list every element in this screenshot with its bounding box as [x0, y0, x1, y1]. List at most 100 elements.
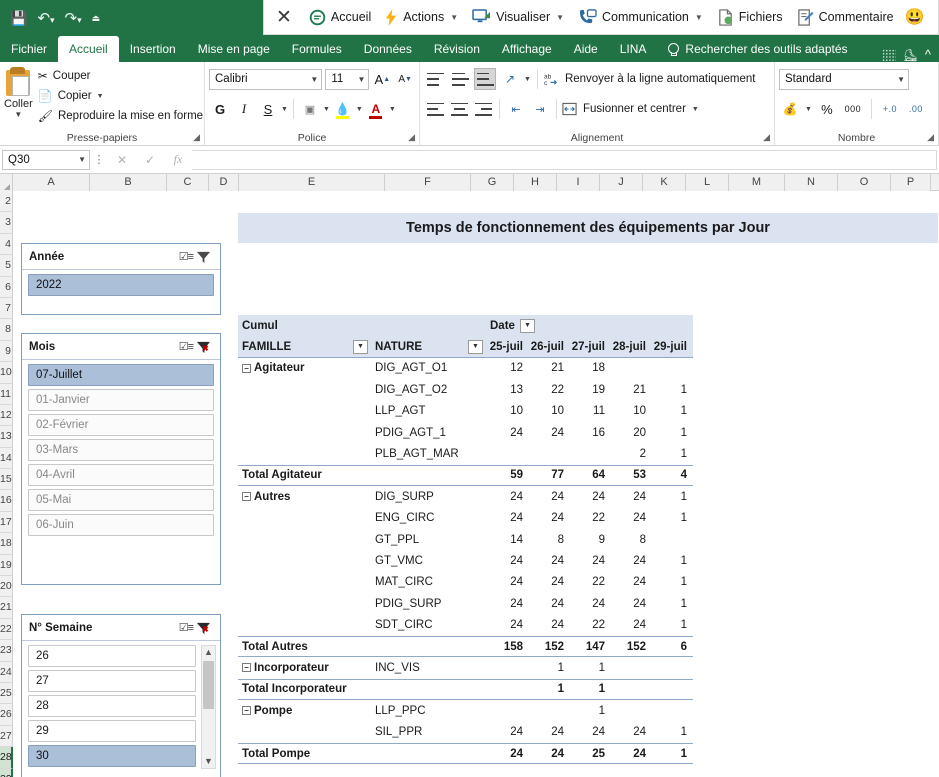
decrease-indent-button[interactable]: ⇤ — [505, 98, 527, 120]
column-header-a[interactable]: A — [13, 174, 90, 191]
tab-accueil[interactable]: Accueil — [58, 36, 119, 62]
chevron-down-icon[interactable]: ▼ — [354, 75, 366, 84]
slicer-item-01-janvier[interactable]: 01-Janvier — [28, 389, 214, 411]
column-header-g[interactable]: G — [471, 174, 514, 191]
chevron-down-icon[interactable]: ▼ — [306, 75, 318, 84]
slicer-item-06-juin[interactable]: 06-Juin — [28, 514, 214, 536]
formula-input[interactable] — [192, 149, 937, 170]
confirm-icon[interactable]: ✓ — [136, 150, 164, 170]
column-header-f[interactable]: F — [385, 174, 471, 191]
chevron-down-icon[interactable]: ▼ — [450, 13, 458, 22]
tab-fichier[interactable]: Fichier — [0, 36, 58, 62]
row-header-6[interactable]: 6 — [0, 276, 13, 298]
increase-font-size-button[interactable]: A ▲ — [372, 68, 392, 90]
column-header-d[interactable]: D — [209, 174, 239, 191]
chevron-down-icon[interactable]: ▼ — [556, 13, 564, 22]
clear-filter-icon[interactable]: ✖ — [196, 339, 213, 354]
chevron-down-icon[interactable]: ▼ — [204, 755, 213, 768]
slicer-item-02-fevrier[interactable]: 02-Février — [28, 414, 214, 436]
row-header-11[interactable]: 11 — [0, 383, 13, 405]
select-all-corner[interactable] — [0, 174, 13, 191]
chevron-down-icon[interactable]: ▼ — [281, 106, 288, 113]
slicer-item-03-mars[interactable]: 03-Mars — [28, 439, 214, 461]
merge-center-button[interactable]: Fusionner et centrer ▼ — [562, 97, 699, 121]
borders-button[interactable]: ▣ — [299, 98, 321, 120]
row-header-9[interactable]: 9 — [0, 340, 13, 363]
slicer-semaine[interactable]: N° Semaine ☑≡ ✖ 26 27 28 29 30 ▲ ▼ — [21, 614, 221, 777]
row-header-5[interactable]: 5 — [0, 255, 13, 277]
save-icon[interactable]: 💾 — [10, 11, 27, 25]
row-header-29[interactable]: 29 — [0, 768, 13, 777]
tell-me-search[interactable]: Rechercher des outils adaptés — [657, 36, 857, 62]
collapse-icon[interactable]: − — [242, 492, 251, 502]
row-header-2[interactable]: 2 — [0, 191, 13, 213]
font-name-combo[interactable]: Calibri ▼ — [209, 68, 323, 90]
collapse-icon[interactable]: − — [242, 663, 251, 673]
underline-button[interactable]: S — [257, 98, 279, 120]
slicer-annee[interactable]: Année ☑≡ 2022 — [21, 243, 221, 315]
chevron-down-icon[interactable]: ▼ — [389, 106, 396, 113]
clear-filter-icon[interactable] — [196, 249, 213, 264]
famille-filter-button[interactable]: ▼ — [353, 339, 368, 354]
increase-indent-button[interactable]: ⇥ — [529, 98, 551, 120]
row-header-4[interactable]: 4 — [0, 233, 13, 256]
column-header-i[interactable]: I — [557, 174, 600, 191]
align-center-button[interactable] — [448, 98, 470, 120]
decrease-font-size-button[interactable]: A ▼ — [395, 68, 415, 90]
row-header-27[interactable]: 27 — [0, 725, 13, 748]
column-header-m[interactable]: M — [729, 174, 785, 191]
copy-button[interactable]: 📄 Copier ▼ — [35, 86, 206, 106]
chevron-up-icon[interactable]: ▲ — [204, 646, 213, 659]
customize-quick-access-icon[interactable]: ⏏ — [92, 13, 101, 23]
column-header-b[interactable]: B — [90, 174, 167, 191]
collapse-icon[interactable]: − — [242, 706, 251, 716]
collapse-icon[interactable]: − — [242, 363, 251, 373]
cut-button[interactable]: ✂ Couper — [35, 66, 206, 86]
chevron-down-icon[interactable]: ▼ — [78, 155, 86, 164]
chevron-down-icon[interactable]: ▼ — [14, 110, 22, 119]
undo-icon[interactable]: ↶▾ — [37, 11, 54, 26]
row-header-7[interactable]: 7 — [0, 297, 13, 320]
chevron-up-icon[interactable]: ^ — [925, 47, 931, 62]
row-header-23[interactable]: 23 — [0, 640, 13, 662]
column-header-n[interactable]: N — [785, 174, 838, 191]
column-header-o[interactable]: O — [838, 174, 891, 191]
column-header-c[interactable]: C — [167, 174, 209, 191]
row-header-25[interactable]: 25 — [0, 682, 13, 705]
column-header-k[interactable]: K — [643, 174, 686, 191]
row-header-21[interactable]: 21 — [0, 597, 13, 619]
align-top-button[interactable] — [424, 68, 446, 90]
bold-button[interactable]: G — [209, 98, 231, 120]
row-header-17[interactable]: 17 — [0, 511, 13, 534]
row-header-14[interactable]: 14 — [0, 447, 13, 470]
slicer-item-05-mai[interactable]: 05-Mai — [28, 489, 214, 511]
number-format-combo[interactable]: Standard ▼ — [779, 68, 909, 90]
percent-format-button[interactable]: % — [816, 98, 838, 120]
column-header-p[interactable]: P — [891, 174, 931, 191]
column-header-l[interactable]: L — [686, 174, 729, 191]
redo-icon[interactable]: ↷▾ — [65, 11, 82, 26]
alignment-dialog-launcher-icon[interactable]: ◢ — [763, 132, 770, 143]
row-header-8[interactable]: 8 — [0, 319, 13, 341]
row-header-26[interactable]: 26 — [0, 704, 13, 726]
chevron-down-icon[interactable]: ▼ — [356, 106, 363, 113]
row-header-12[interactable]: 12 — [0, 404, 13, 427]
row-header-13[interactable]: 13 — [0, 426, 13, 448]
slicer-item-2022[interactable]: 2022 — [28, 274, 214, 296]
chevron-down-icon[interactable]: ▼ — [323, 106, 330, 113]
row-header-18[interactable]: 18 — [0, 533, 13, 555]
row-header-10[interactable]: 10 — [0, 362, 13, 384]
row-header-24[interactable]: 24 — [0, 661, 13, 683]
tab-insertion[interactable]: Insertion — [119, 36, 187, 62]
slicer-scrollbar[interactable]: ▲ ▼ — [201, 645, 216, 769]
font-dialog-launcher-icon[interactable]: ◢ — [408, 132, 415, 143]
clipboard-dialog-launcher-icon[interactable]: ◢ — [193, 132, 200, 143]
chevron-down-icon[interactable]: ▼ — [692, 106, 699, 113]
column-header-j[interactable]: J — [600, 174, 643, 191]
chevron-down-icon[interactable]: ▼ — [893, 75, 905, 84]
addin-item-actions[interactable]: Actions ▼ — [378, 1, 465, 34]
align-right-button[interactable] — [472, 98, 494, 120]
insert-function-icon[interactable]: fx — [164, 150, 192, 170]
addin-item-communication[interactable]: Communication ▼ — [571, 1, 710, 34]
slicer-item-07-juillet[interactable]: 07-Juillet — [28, 364, 214, 386]
